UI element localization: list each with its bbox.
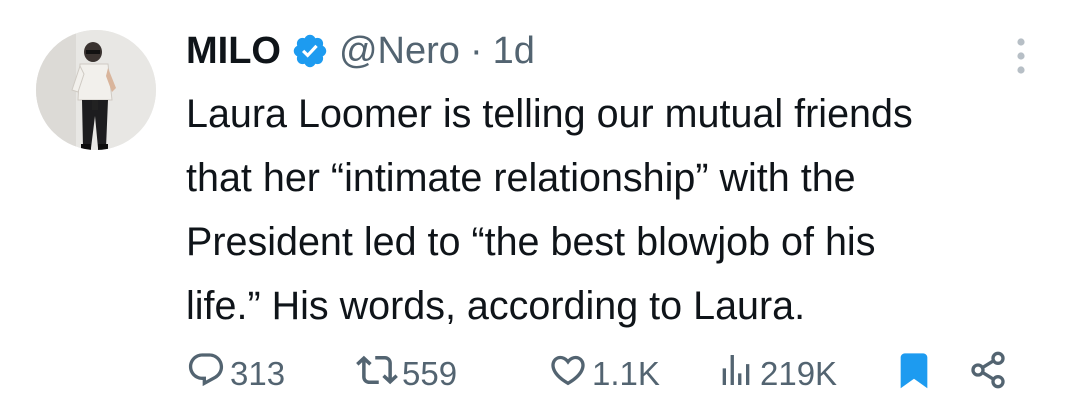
views-count: 219K xyxy=(760,355,838,392)
reply-bubble-icon xyxy=(186,350,226,398)
tweet-text-line: that her “intimate relationship” with th… xyxy=(186,156,856,200)
bookmark-icon xyxy=(894,348,934,400)
reply-count: 313 xyxy=(230,355,286,392)
avatar[interactable] xyxy=(36,30,156,150)
user-handle[interactable]: @Nero xyxy=(339,30,460,73)
timestamp[interactable]: 1d xyxy=(493,30,535,73)
share-button[interactable] xyxy=(968,350,1012,398)
share-icon xyxy=(968,350,1008,398)
views-bars-icon xyxy=(716,350,756,398)
reply-button[interactable]: 313 xyxy=(186,350,285,398)
tweet-card: MILO @Nero · 1d Laura Loomer is telling … xyxy=(0,0,1076,403)
repost-count: 559 xyxy=(402,355,458,392)
views-button[interactable]: 219K xyxy=(716,350,837,398)
avatar-photo xyxy=(36,30,156,150)
heart-icon xyxy=(548,350,588,398)
tweet-text-line: Laura Loomer is telling our mutual frien… xyxy=(186,92,913,136)
tweet-header: MILO @Nero · 1d xyxy=(186,26,535,76)
separator-dot: · xyxy=(469,29,483,72)
tweet-text-line: President led to “the best blowjob of hi… xyxy=(186,220,876,264)
display-name[interactable]: MILO xyxy=(186,30,281,73)
verified-badge-icon[interactable] xyxy=(291,32,329,70)
tweet-text-line: life.” His words, according to Laura. xyxy=(186,284,806,328)
like-count: 1.1K xyxy=(592,355,660,392)
bookmark-button[interactable] xyxy=(894,350,938,398)
like-button[interactable]: 1.1K xyxy=(548,350,660,398)
repost-button[interactable]: 559 xyxy=(356,350,457,398)
more-vertical-icon[interactable] xyxy=(1008,36,1034,76)
repost-arrows-icon xyxy=(356,349,398,399)
tweet-text: Laura Loomer is telling our mutual frien… xyxy=(186,82,1056,338)
action-bar: 313 559 1.1K 219K xyxy=(186,350,1036,398)
